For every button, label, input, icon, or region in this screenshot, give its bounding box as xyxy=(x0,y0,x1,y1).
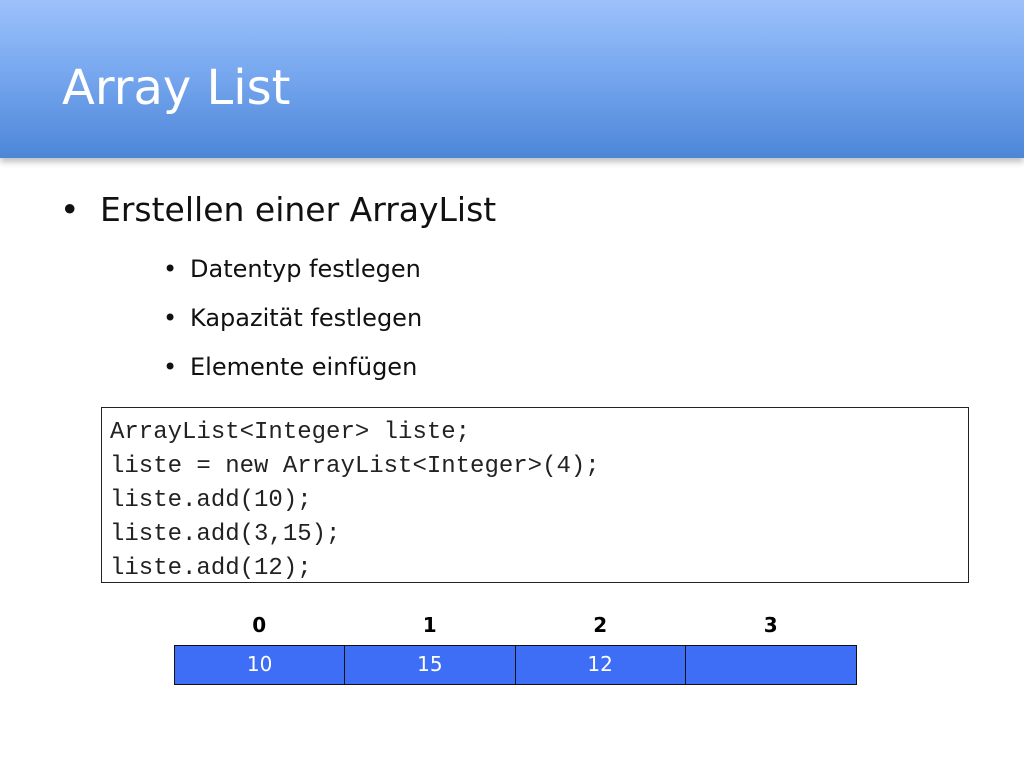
array-cell-1: 15 xyxy=(345,646,516,684)
sub-bullet-datentyp: • Datentyp festlegen xyxy=(163,254,422,303)
sub-bullet-text: Elemente einfügen xyxy=(190,353,418,381)
array-index-2: 2 xyxy=(593,613,608,637)
sub-bullet-elemente: • Elemente einfügen xyxy=(163,352,422,401)
code-box: ArrayList<Integer> liste; liste = new Ar… xyxy=(101,407,969,583)
array-cell-2: 12 xyxy=(515,646,686,684)
code-line: liste = new ArrayList<Integer>(4); xyxy=(110,453,600,480)
bullet-icon: • xyxy=(163,255,178,283)
sub-bullet-text: Kapazität festlegen xyxy=(190,304,423,332)
array-index-row: 0 1 2 3 xyxy=(174,610,857,640)
sub-bullet-text: Datentyp festlegen xyxy=(190,255,421,283)
main-bullet-text: Erstellen einer ArrayList xyxy=(100,190,497,229)
array-diagram: 0 1 2 3 10 15 12 xyxy=(174,610,857,685)
code-line: liste.add(12); xyxy=(110,555,312,582)
code-line: ArrayList<Integer> liste; xyxy=(110,419,471,446)
array-cell-3 xyxy=(685,646,856,684)
main-bullet: • Erstellen einer ArrayList xyxy=(60,193,496,226)
sub-bullet-kapazitaet: • Kapazität festlegen xyxy=(163,303,422,352)
array-cells-row: 10 15 12 xyxy=(174,645,857,685)
slide-title: Array List xyxy=(62,60,291,116)
slide: Array List • Erstellen einer ArrayList • D… xyxy=(0,0,1024,768)
code-line: liste.add(3,15); xyxy=(110,521,341,548)
array-index-1: 1 xyxy=(422,613,437,637)
title-bar: Array List xyxy=(0,0,1024,158)
sub-bullet-list: • Datentyp festlegen • Kapazität festlegen… xyxy=(163,254,422,401)
array-index-0: 0 xyxy=(252,613,267,637)
bullet-icon: • xyxy=(163,353,178,381)
array-index-3: 3 xyxy=(763,613,778,637)
bullet-icon: • xyxy=(163,304,178,332)
array-cell-0: 10 xyxy=(175,646,346,684)
bullet-icon: • xyxy=(60,190,80,229)
code-line: liste.add(10); xyxy=(110,487,312,514)
